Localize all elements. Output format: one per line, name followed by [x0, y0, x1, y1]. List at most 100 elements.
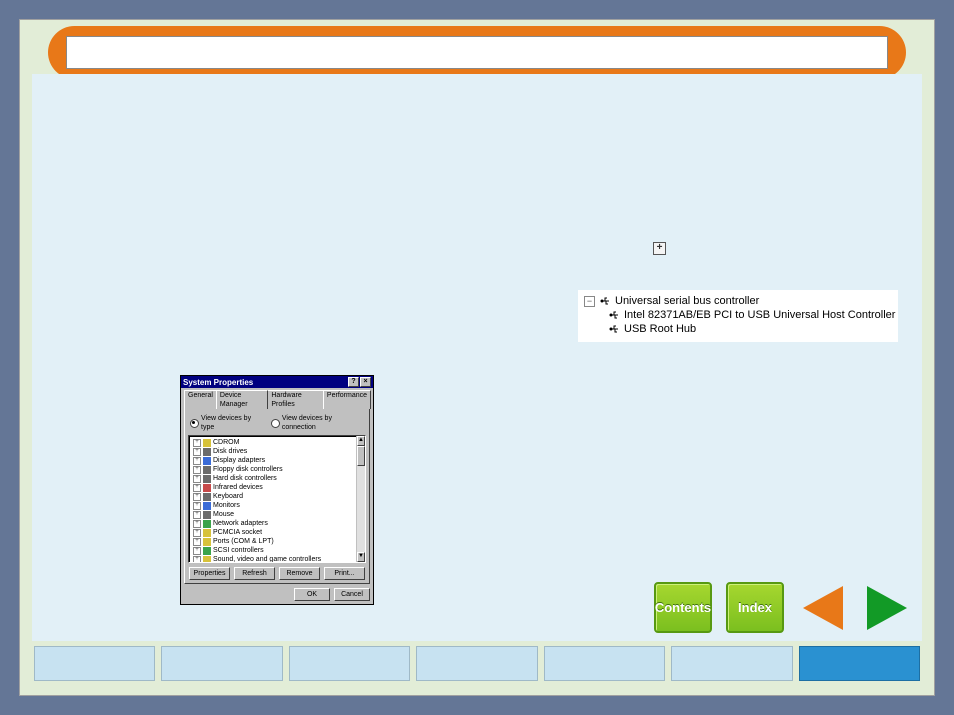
device-tree[interactable]: +CDROM+Disk drives+Display adapters+Flop…: [188, 435, 366, 563]
bottom-progress-bar: [34, 646, 920, 681]
contents-button[interactable]: Contents: [654, 582, 712, 633]
device-tree-label: Infrared devices: [213, 483, 263, 492]
tree-expand-icon[interactable]: +: [193, 502, 201, 510]
tree-collapse-icon[interactable]: −: [584, 296, 595, 307]
usb-tree-child[interactable]: Intel 82371AB/EB PCI to USB Universal Ho…: [584, 308, 892, 322]
refresh-button[interactable]: Refresh: [234, 567, 275, 580]
tree-expand-icon[interactable]: +: [193, 448, 201, 456]
content-area: + − Universal serial bus controller Inte…: [32, 74, 922, 641]
close-button[interactable]: ×: [360, 377, 371, 387]
radio-dot-icon: [271, 419, 280, 428]
tree-scrollbar[interactable]: ▲ ▼: [356, 436, 365, 562]
tab-hardware-profiles[interactable]: Hardware Profiles: [267, 390, 324, 409]
device-category-icon: [203, 520, 211, 528]
device-category-icon: [203, 493, 211, 501]
device-tree-item[interactable]: +Network adapters: [191, 519, 365, 528]
tab-device-manager[interactable]: Device Manager: [216, 390, 268, 409]
progress-segment[interactable]: [671, 646, 792, 681]
triangle-right-icon: [867, 586, 907, 630]
device-tree-item[interactable]: + Disk drives: [191, 447, 365, 456]
device-category-icon: [203, 538, 211, 546]
device-category-icon: [203, 457, 211, 465]
tree-expand-icon[interactable]: +: [193, 520, 201, 528]
tree-expand-icon[interactable]: +: [193, 538, 201, 546]
tree-expand-icon[interactable]: +: [193, 556, 201, 564]
tab-panel: View devices by type View devices by con…: [184, 408, 370, 584]
progress-segment[interactable]: [289, 646, 410, 681]
device-tree-item[interactable]: +PCMCIA socket: [191, 528, 365, 537]
device-tree-item[interactable]: + Mouse: [191, 510, 365, 519]
device-tree-item[interactable]: + Sound, video and game controllers: [191, 555, 365, 563]
expand-plus-icon[interactable]: +: [653, 242, 666, 255]
radio-view-by-type[interactable]: View devices by type: [190, 414, 265, 432]
usb-root-label: Universal serial bus controller: [615, 294, 759, 308]
device-tree-item[interactable]: + Monitors: [191, 501, 365, 510]
device-tree-item[interactable]: + Ports (COM & LPT): [191, 537, 365, 546]
tree-expand-icon[interactable]: +: [193, 493, 201, 501]
ok-button[interactable]: OK: [294, 588, 330, 601]
usb-tree-root[interactable]: − Universal serial bus controller: [584, 294, 892, 308]
progress-segment[interactable]: [544, 646, 665, 681]
usb-device-icon: [608, 323, 620, 335]
device-tree-label: Disk drives: [213, 447, 247, 456]
device-category-icon: [203, 448, 211, 456]
device-tree-label: SCSI controllers: [213, 546, 264, 555]
device-category-icon: [203, 439, 211, 447]
dialog-titlebar[interactable]: System Properties ? ×: [181, 376, 373, 388]
device-tree-label: Floppy disk controllers: [213, 465, 283, 474]
device-tree-item[interactable]: + SCSI controllers: [191, 546, 365, 555]
tree-expand-icon[interactable]: +: [193, 439, 201, 447]
usb-tree-child[interactable]: USB Root Hub: [584, 322, 892, 336]
scroll-thumb[interactable]: [357, 446, 365, 466]
radio-label: View devices by connection: [282, 414, 366, 432]
device-category-icon: [203, 529, 211, 537]
usb-controller-icon: [599, 295, 611, 307]
tree-expand-icon[interactable]: +: [193, 475, 201, 483]
tab-performance[interactable]: Performance: [323, 390, 371, 409]
device-category-icon: [203, 556, 211, 564]
next-button[interactable]: [862, 585, 912, 630]
device-tree-label: Monitors: [213, 501, 240, 510]
tree-expand-icon[interactable]: +: [193, 529, 201, 537]
device-category-icon: [203, 484, 211, 492]
device-tree-label: Mouse: [213, 510, 234, 519]
radio-view-by-connection[interactable]: View devices by connection: [271, 414, 366, 432]
scroll-down-icon[interactable]: ▼: [357, 552, 365, 562]
usb-child-label: Intel 82371AB/EB PCI to USB Universal Ho…: [624, 308, 895, 322]
device-tree-label: CDROM: [213, 438, 239, 447]
usb-tree-snippet: − Universal serial bus controller Intel …: [578, 290, 898, 342]
print-button[interactable]: Print...: [324, 567, 365, 580]
properties-button[interactable]: Properties: [189, 567, 230, 580]
progress-segment[interactable]: [34, 646, 155, 681]
tab-general[interactable]: General: [184, 390, 217, 409]
index-button[interactable]: Index: [726, 582, 784, 633]
radio-dot-icon: [190, 419, 199, 428]
tree-expand-icon[interactable]: +: [193, 511, 201, 519]
usb-child-label: USB Root Hub: [624, 322, 696, 336]
tree-expand-icon[interactable]: +: [193, 547, 201, 555]
previous-button[interactable]: [798, 585, 848, 630]
device-tree-item[interactable]: + Hard disk controllers: [191, 474, 365, 483]
progress-segment[interactable]: [161, 646, 282, 681]
device-tree-item[interactable]: + Floppy disk controllers: [191, 465, 365, 474]
device-category-icon: [203, 547, 211, 555]
device-tree-item[interactable]: +Keyboard: [191, 492, 365, 501]
tree-expand-icon[interactable]: +: [193, 466, 201, 474]
dialog-title: System Properties: [183, 378, 253, 387]
device-tree-label: Hard disk controllers: [213, 474, 277, 483]
cancel-button[interactable]: Cancel: [334, 588, 370, 601]
device-category-icon: [203, 511, 211, 519]
tree-expand-icon[interactable]: +: [193, 457, 201, 465]
progress-segment-active[interactable]: [799, 646, 920, 681]
progress-segment[interactable]: [416, 646, 537, 681]
header-title-field: [66, 36, 888, 69]
help-button[interactable]: ?: [348, 377, 359, 387]
device-tree-item[interactable]: +Display adapters: [191, 456, 365, 465]
scroll-up-icon[interactable]: ▲: [357, 436, 365, 446]
device-tree-label: Ports (COM & LPT): [213, 537, 274, 546]
device-tree-label: Sound, video and game controllers: [213, 555, 321, 563]
remove-button[interactable]: Remove: [279, 567, 320, 580]
device-tree-item[interactable]: + Infrared devices: [191, 483, 365, 492]
device-tree-item[interactable]: + CDROM: [191, 438, 365, 447]
tree-expand-icon[interactable]: +: [193, 484, 201, 492]
